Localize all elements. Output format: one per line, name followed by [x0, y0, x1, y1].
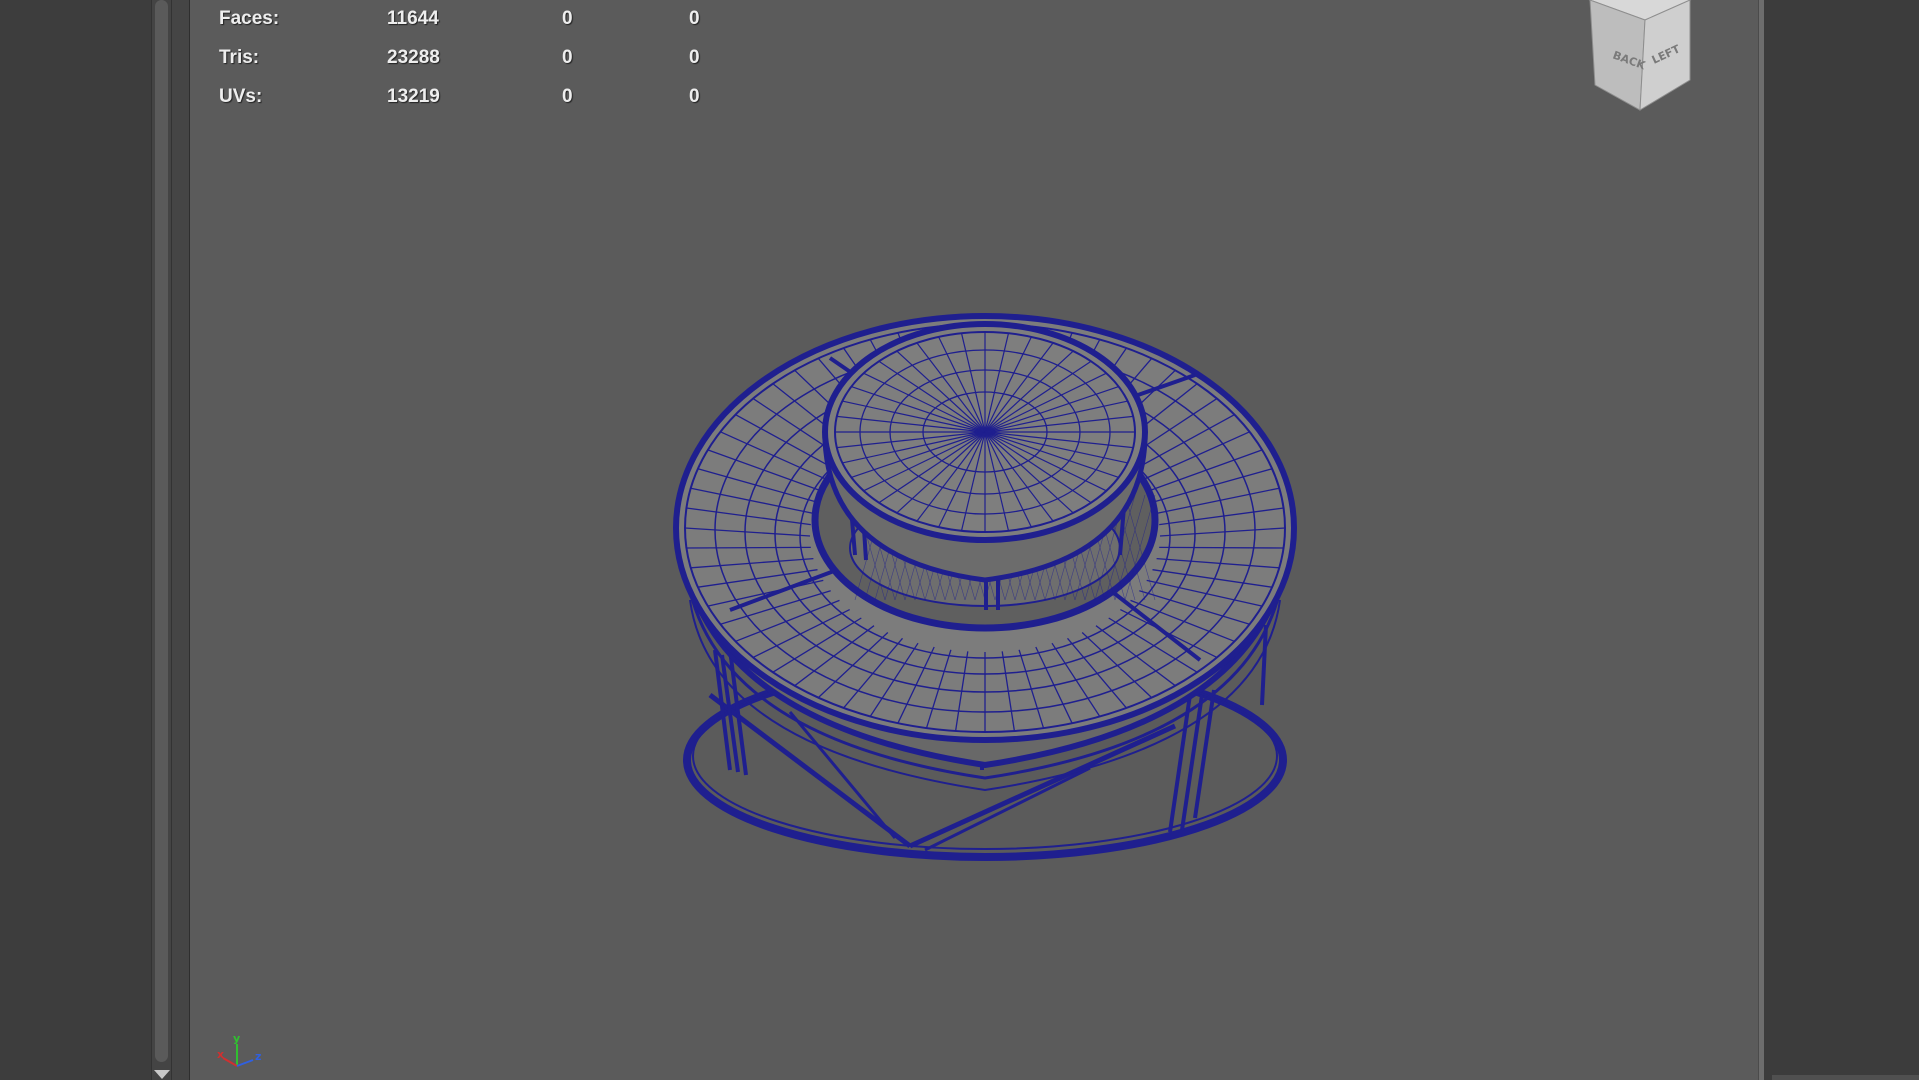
- view-cube-icon[interactable]: BACK LEFT: [1570, 0, 1710, 120]
- viewport-gutter: [172, 0, 190, 1080]
- axis-y-label: y: [233, 1032, 240, 1045]
- left-dock-panel: [0, 0, 151, 1080]
- wireframe-model[interactable]: [190, 0, 1758, 1080]
- triangle-down-icon[interactable]: [154, 1070, 170, 1079]
- vertical-scrollbar[interactable]: [151, 0, 172, 1080]
- axis-z-label: z: [255, 1050, 261, 1063]
- scrollbar-thumb[interactable]: [155, 0, 168, 1062]
- axis-x-label: x: [217, 1048, 224, 1061]
- 3d-viewport[interactable]: Faces: 11644 0 0 Tris: 23288 0 0 UVs: 13…: [190, 0, 1758, 1080]
- right-dock-panel: [1764, 0, 1919, 1080]
- maya-viewport-window: Faces: 11644 0 0 Tris: 23288 0 0 UVs: 13…: [0, 0, 1919, 1080]
- right-dock-strip: [1772, 1075, 1919, 1080]
- axis-gizmo-icon: y x z: [217, 1032, 261, 1067]
